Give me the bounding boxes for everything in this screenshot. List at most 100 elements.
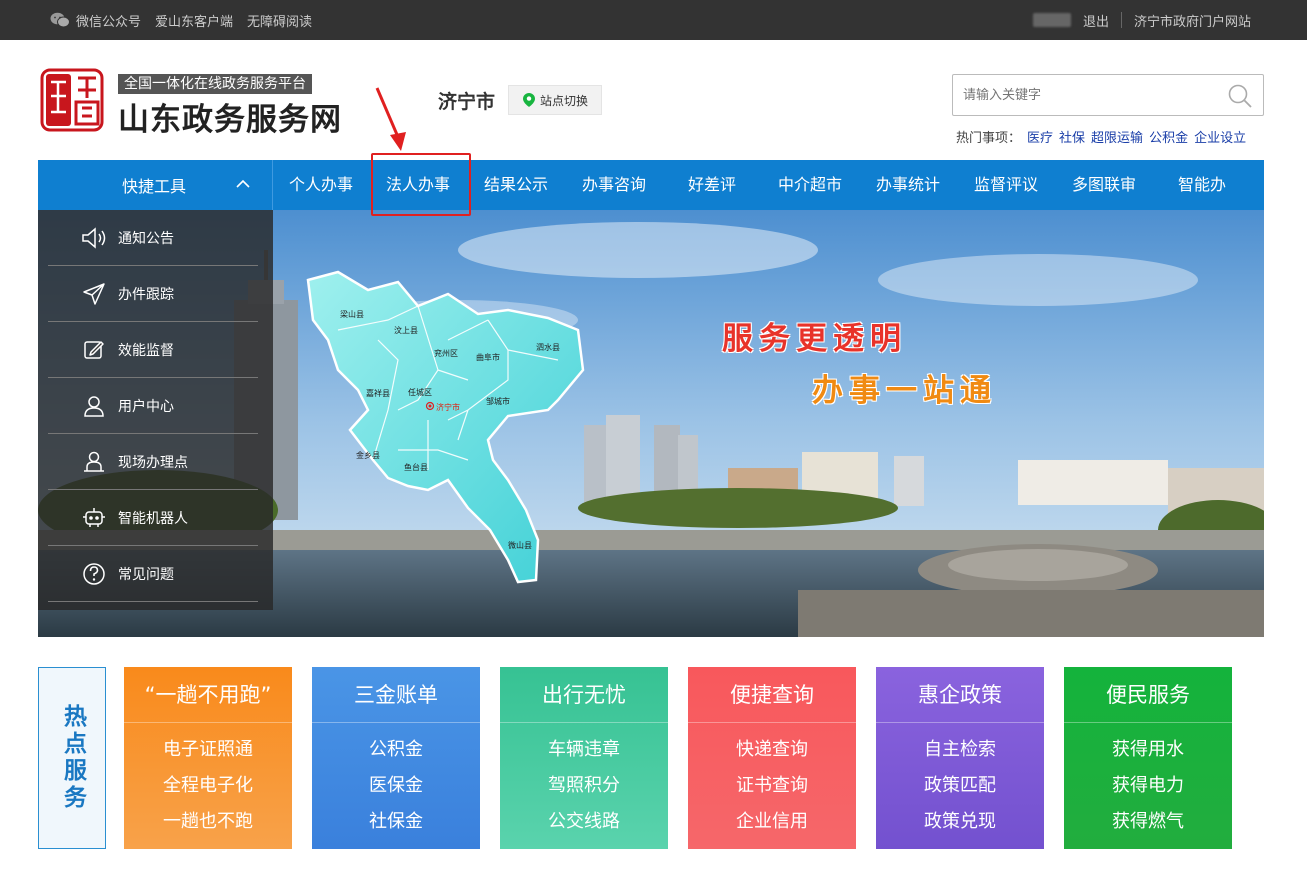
map-label: 泗水县 xyxy=(536,342,560,352)
hot-services-label: 热点服务 xyxy=(38,667,106,849)
card-link[interactable]: 驾照积分 xyxy=(500,768,668,804)
wechat-icon xyxy=(50,12,70,28)
top-bar-left: 微信公众号 爱山东客户端 无障碍阅读 xyxy=(50,0,312,40)
card-link[interactable]: 一趟也不跑 xyxy=(124,804,292,840)
card-title[interactable]: 出行无忧 xyxy=(500,667,668,723)
site-switch-button[interactable]: 站点切换 xyxy=(508,85,602,115)
card-link[interactable]: 电子证照通 xyxy=(124,732,292,768)
side-item-label: 现场办理点 xyxy=(118,454,188,471)
banner-slogan-1: 服务更透明 xyxy=(722,321,907,357)
question-icon xyxy=(80,560,108,588)
card-link[interactable]: 社保金 xyxy=(312,804,480,840)
card-link[interactable]: 公积金 xyxy=(312,732,480,768)
hot-topic-link[interactable]: 超限运输 xyxy=(1091,127,1143,146)
map-label: 鱼台县 xyxy=(404,462,428,472)
card-link[interactable]: 快递查询 xyxy=(688,732,856,768)
side-item-user-center[interactable]: 用户中心 xyxy=(48,378,258,434)
side-item-service-point[interactable]: 现场办理点 xyxy=(48,434,258,490)
card-link[interactable]: 公交线路 xyxy=(500,804,668,840)
banner-slogan-2: 办事一站通 xyxy=(812,373,997,409)
chevron-up-icon xyxy=(236,179,250,188)
service-card-query[interactable]: 便捷查询 快递查询 证书查询 企业信用 xyxy=(688,667,856,849)
map-label: 微山县 xyxy=(508,540,532,550)
side-item-faq[interactable]: 常见问题 xyxy=(48,546,258,602)
card-link[interactable]: 车辆违章 xyxy=(500,732,668,768)
card-link[interactable]: 全程电子化 xyxy=(124,768,292,804)
hot-topic-link[interactable]: 公积金 xyxy=(1149,127,1188,146)
logout-link[interactable]: 退出 xyxy=(1083,11,1109,30)
service-card-travel[interactable]: 出行无忧 车辆违章 驾照积分 公交线路 xyxy=(500,667,668,849)
card-link[interactable]: 政策匹配 xyxy=(876,768,1044,804)
nav-statistics[interactable]: 办事统计 xyxy=(876,160,940,210)
search-icon[interactable] xyxy=(1227,83,1253,109)
service-card-business-policy[interactable]: 惠企政策 自主检索 政策匹配 政策兑现 xyxy=(876,667,1044,849)
location-pin-icon xyxy=(523,93,535,107)
card-title[interactable]: 便民服务 xyxy=(1064,667,1232,723)
seal-logo-icon[interactable] xyxy=(40,68,104,132)
nav-smart[interactable]: 智能办 xyxy=(1178,160,1226,210)
service-card-no-visit[interactable]: “一趟不用跑” 电子证照通 全程电子化 一趟也不跑 xyxy=(124,667,292,849)
hot-topic-link[interactable]: 企业设立 xyxy=(1194,127,1246,146)
card-link[interactable]: 政策兑现 xyxy=(876,804,1044,840)
site-switch-label: 站点切换 xyxy=(540,93,589,108)
nav-personal[interactable]: 个人办事 xyxy=(289,160,353,210)
quick-tools-menu: 通知公告 办件跟踪 效能监督 用户中心 现场办理点 智能机器人 常见问题 xyxy=(38,210,273,610)
quick-tools-label: 快捷工具 xyxy=(122,177,187,196)
side-item-label: 效能监督 xyxy=(118,342,174,359)
robot-icon xyxy=(80,504,108,532)
user-name-blurred xyxy=(1032,13,1071,27)
nav-consult[interactable]: 办事咨询 xyxy=(582,160,646,210)
hot-topics: 热门事项： 医疗 社保 超限运输 公积金 企业设立 xyxy=(956,127,1246,146)
main-nav: 快捷工具 个人办事 法人办事 结果公示 办事咨询 好差评 中介超市 办事统计 监… xyxy=(38,160,1264,210)
side-item-label: 办件跟踪 xyxy=(118,286,174,303)
service-card-three-funds[interactable]: 三金账单 公积金 医保金 社保金 xyxy=(312,667,480,849)
wechat-label: 微信公众号 xyxy=(76,14,142,30)
platform-slogan: 全国一体化在线政务服务平台 xyxy=(118,74,312,94)
card-title[interactable]: “一趟不用跑” xyxy=(124,667,292,723)
paper-plane-icon xyxy=(80,280,108,308)
card-link[interactable]: 证书查询 xyxy=(688,768,856,804)
portal-link[interactable]: 济宁市政府门户网站 xyxy=(1134,11,1251,30)
card-title[interactable]: 惠企政策 xyxy=(876,667,1044,723)
quick-tools-toggle[interactable]: 快捷工具 xyxy=(38,160,273,210)
hot-topic-link[interactable]: 医疗 xyxy=(1027,127,1053,146)
wechat-link[interactable]: 微信公众号 xyxy=(50,11,141,30)
annotation-highlight-box xyxy=(371,153,471,216)
nav-supervision[interactable]: 监督评议 xyxy=(974,160,1038,210)
service-card-public-utilities[interactable]: 便民服务 获得用水 获得电力 获得燃气 xyxy=(1064,667,1232,849)
card-title[interactable]: 便捷查询 xyxy=(688,667,856,723)
app-link[interactable]: 爱山东客户端 xyxy=(155,11,233,30)
card-link[interactable]: 自主检索 xyxy=(876,732,1044,768)
hot-topic-link[interactable]: 社保 xyxy=(1059,127,1085,146)
side-item-notice[interactable]: 通知公告 xyxy=(48,210,258,266)
side-item-label: 用户中心 xyxy=(118,398,174,415)
side-item-tracking[interactable]: 办件跟踪 xyxy=(48,266,258,322)
card-link[interactable]: 获得燃气 xyxy=(1064,804,1232,840)
card-link[interactable]: 获得电力 xyxy=(1064,768,1232,804)
side-item-label: 智能机器人 xyxy=(118,510,188,527)
side-item-efficiency[interactable]: 效能监督 xyxy=(48,322,258,378)
side-item-label: 常见问题 xyxy=(118,566,174,583)
accessible-reading-link[interactable]: 无障碍阅读 xyxy=(247,11,312,30)
card-title[interactable]: 三金账单 xyxy=(312,667,480,723)
top-bar-right: 退出 济宁市政府门户网站 xyxy=(1032,0,1251,40)
map-label: 曲阜市 xyxy=(476,352,500,362)
card-link[interactable]: 获得用水 xyxy=(1064,732,1232,768)
site-name: 山东政务服务网 xyxy=(118,102,342,138)
map-label: 邹城市 xyxy=(486,396,510,406)
nav-results[interactable]: 结果公示 xyxy=(484,160,548,210)
nav-agency-market[interactable]: 中介超市 xyxy=(778,160,842,210)
annotation-arrow-icon xyxy=(375,87,406,151)
divider xyxy=(1120,12,1122,28)
side-item-robot[interactable]: 智能机器人 xyxy=(48,490,258,546)
card-link[interactable]: 医保金 xyxy=(312,768,480,804)
search-box xyxy=(952,74,1264,116)
nav-rating[interactable]: 好差评 xyxy=(688,160,736,210)
nav-multi-map[interactable]: 多图联审 xyxy=(1072,160,1136,210)
speaker-icon xyxy=(80,224,108,252)
map-label: 嘉祥县 xyxy=(366,388,390,398)
search-input[interactable] xyxy=(953,75,1213,115)
card-link[interactable]: 企业信用 xyxy=(688,804,856,840)
edit-icon xyxy=(80,336,108,364)
map-label: 兖州区 xyxy=(434,348,458,358)
